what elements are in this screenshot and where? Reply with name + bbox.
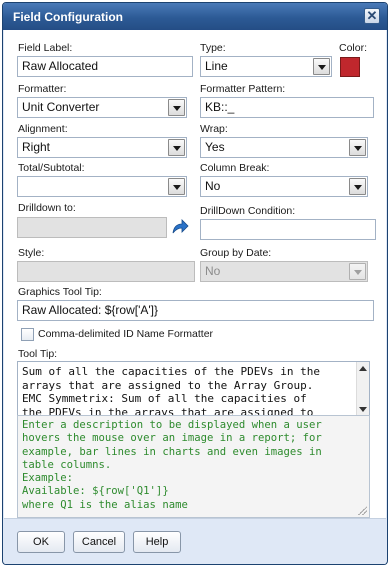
help-line: example, bar lines in charts and even im… [22,445,322,458]
column-break-label: Column Break: [200,162,270,174]
chevron-down-icon[interactable] [168,139,185,156]
drilldown-to-input [17,217,167,238]
tooltip-line: arrays that are assigned to the Array Gr… [22,378,314,392]
chevron-down-icon[interactable] [349,178,366,195]
color-label: Color: [339,42,368,54]
comma-delimited-checkbox[interactable] [21,328,34,341]
help-text-box: Enter a description to be displayed when… [17,415,370,518]
close-icon[interactable]: ✕ [364,8,380,24]
wrap-select[interactable]: Yes [200,137,368,158]
tooltip-label: Tool Tip: [18,348,58,360]
help-line: Available: ${row['Q1']} [22,485,169,498]
dialog-body: Field Label: Raw Allocated Type: Line Co… [4,30,386,564]
group-by-date-select: No [200,261,368,282]
tooltip-scrollbar[interactable] [356,362,369,416]
chevron-down-icon[interactable] [168,178,185,195]
color-swatch[interactable] [340,57,360,77]
type-select[interactable]: Line [200,56,332,77]
cancel-button[interactable]: Cancel [73,531,125,553]
ok-button[interactable]: OK [17,531,65,553]
type-label: Type: [200,42,226,54]
formatter-pattern-label: Formatter Pattern: [200,83,286,95]
help-line: table columns. [22,458,112,471]
total-subtotal-label: Total/Subtotal: [18,162,85,174]
alignment-select[interactable]: Right [17,137,187,158]
total-subtotal-select[interactable] [17,176,187,197]
help-line: Enter a description to be displayed when… [22,419,322,431]
style-input [17,261,195,282]
formatter-pattern-input[interactable]: KB::_ [200,97,374,118]
style-label: Style: [18,247,45,259]
drilldown-arrow-icon[interactable] [170,217,190,237]
help-line: hovers the mouse over an image in a repo… [22,432,322,445]
alignment-select-value: Right [22,140,51,154]
tooltip-textarea[interactable]: Sum of all the capacities of the PDEVs i… [17,361,370,417]
dialog-footer: OK Cancel Help [4,518,386,564]
column-break-select-value: No [205,179,221,193]
dialog-titlebar[interactable]: Field Configuration ✕ [3,3,387,30]
help-button[interactable]: Help [133,531,181,553]
field-label-label: Field Label: [18,42,73,54]
dialog-title: Field Configuration [13,10,123,24]
formatter-select[interactable]: Unit Converter [17,97,187,118]
group-by-date-select-value: No [205,264,221,278]
chevron-down-icon[interactable] [313,58,330,75]
alignment-label: Alignment: [18,123,68,135]
group-by-date-label: Group by Date: [200,247,272,259]
help-line: where Q1 is the alias name [22,498,188,511]
formatter-label: Formatter: [18,83,67,95]
drilldown-condition-label: DrillDown Condition: [200,205,296,217]
formatter-select-value: Unit Converter [22,100,100,114]
wrap-label: Wrap: [200,123,228,135]
field-configuration-dialog: Field Configuration ✕ Field Label: Raw A… [2,2,388,565]
drilldown-condition-input[interactable] [200,219,376,240]
comma-delimited-label: Comma-delimited ID Name Formatter [38,328,214,340]
graphics-tooltip-input[interactable]: Raw Allocated: ${row['A']} [17,300,374,321]
scroll-down-icon[interactable] [359,407,367,412]
drilldown-to-label: Drilldown to: [18,202,76,214]
field-label-input[interactable]: Raw Allocated [17,56,193,77]
chevron-down-icon[interactable] [168,99,185,116]
tooltip-line: EMC Symmetrix: Sum of all the capacities… [22,392,307,405]
type-select-value: Line [205,59,228,73]
chevron-down-icon[interactable] [349,139,366,156]
column-break-select[interactable]: No [200,176,368,197]
chevron-down-icon [349,263,366,280]
help-line: Example: [22,472,74,485]
scroll-up-icon[interactable] [359,366,367,371]
resize-grip-icon[interactable] [357,505,367,515]
graphics-tooltip-label: Graphics Tool Tip: [18,286,102,298]
tooltip-line: Sum of all the capacities of the PDEVs i… [22,365,321,378]
wrap-select-value: Yes [205,140,225,154]
